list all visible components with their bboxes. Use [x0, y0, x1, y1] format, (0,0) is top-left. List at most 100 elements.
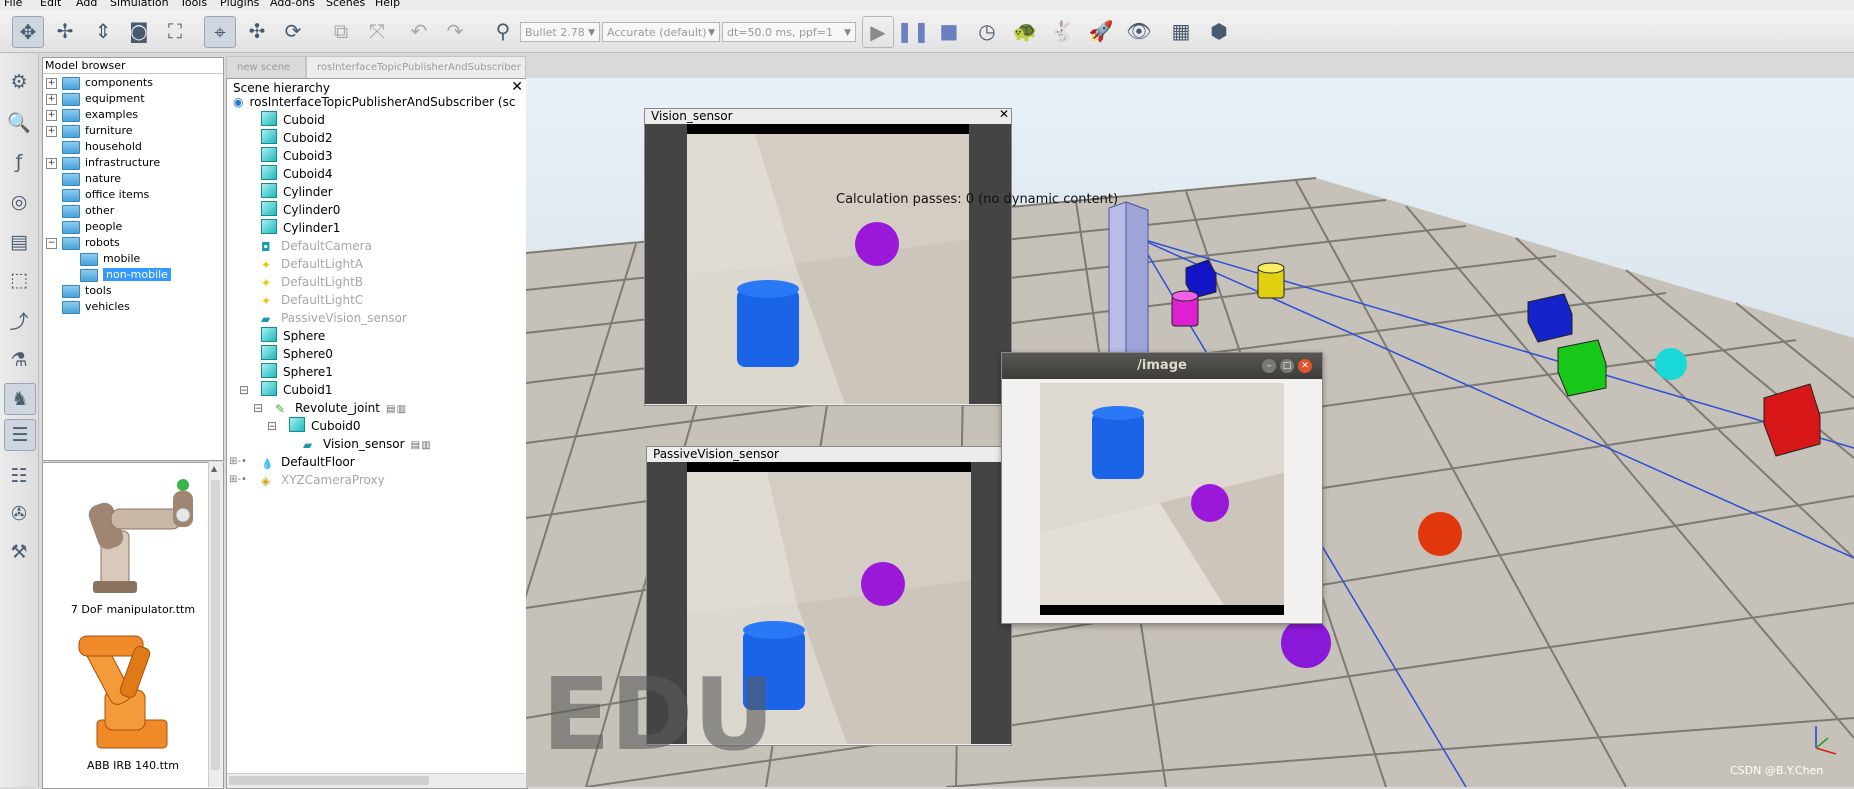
tree-item[interactable]: + examples	[46, 107, 138, 122]
collapse-icon[interactable]: ⊟	[253, 399, 263, 417]
hierarchy-item[interactable]: Cylinder	[261, 183, 333, 201]
calculation-modules-icon[interactable]: 🔍	[4, 107, 34, 137]
dynamics-icon[interactable]: ⚲	[488, 16, 518, 46]
object-shift-icon[interactable]: ✣	[242, 16, 272, 46]
hierarchy-item[interactable]: ✦ DefaultLightC	[261, 291, 363, 309]
stop-icon[interactable]: ■	[934, 16, 964, 46]
collections-icon[interactable]: ◎	[4, 187, 34, 217]
manipulator-thumbnail[interactable]	[63, 471, 213, 601]
tree-item[interactable]: nature	[46, 171, 121, 186]
play-icon[interactable]: ▶	[862, 16, 894, 48]
user-settings-icon[interactable]: ⚒	[4, 537, 34, 567]
video-recorder-icon[interactable]: ✇	[4, 499, 34, 529]
tree-item[interactable]: + equipment	[46, 91, 145, 106]
expand-icon[interactable]: ⊞-•	[229, 471, 247, 489]
transfer-dna-icon[interactable]: ⤧	[362, 16, 392, 46]
hierarchy-item[interactable]: ◈ XYZCameraProxy ⊞-•	[229, 471, 385, 489]
menu-help[interactable]: Help	[375, 0, 400, 9]
menu-plugins[interactable]: Plugins	[220, 0, 259, 9]
scene-root[interactable]: ◉ rosInterfaceTopicPublisherAndSubscriber…	[233, 93, 515, 111]
hierarchy-item[interactable]: ▰ PassiveVision_sensor	[261, 309, 407, 327]
menu-scenes[interactable]: Scenes	[326, 0, 365, 9]
scripts-icon[interactable]: ▤	[4, 227, 34, 257]
tree-item[interactable]: non-mobile	[64, 267, 171, 282]
maximize-icon[interactable]: □	[1280, 359, 1294, 373]
pause-icon[interactable]: ❚❚	[896, 16, 930, 46]
hierarchy-item[interactable]: Cuboid2	[261, 129, 333, 147]
tree-item[interactable]: − robots	[46, 235, 120, 250]
scene-objects-icon[interactable]: ⬢	[1204, 16, 1234, 46]
layers-toggle-icon[interactable]: ☷	[4, 461, 34, 491]
expand-icon[interactable]: +	[46, 93, 57, 105]
hierarchy-item[interactable]: ✦ DefaultLightB	[261, 273, 363, 291]
hierarchy-item[interactable]: ▰ Vision_sensor ▤ ▥	[303, 435, 431, 455]
hierarchy-item[interactable]: Cuboid4	[261, 165, 333, 183]
layers-icon[interactable]: ▦	[1166, 16, 1196, 46]
tree-item[interactable]: other	[46, 203, 114, 218]
camera-pan-icon[interactable]: ✥	[12, 16, 44, 48]
hierarchy-item[interactable]: Sphere0	[261, 345, 333, 363]
tree-item[interactable]: + furniture	[46, 123, 133, 138]
thumbnails-scrollbar[interactable]: ▲	[208, 462, 223, 787]
speed-up-icon[interactable]: 🐇	[1048, 16, 1078, 46]
hierarchy-item[interactable]: Cuboid3	[261, 147, 333, 165]
hierarchy-item[interactable]: Cuboid	[261, 111, 325, 129]
scene-hierarchy-scrollbar[interactable]	[227, 773, 527, 788]
camera-shift-icon[interactable]: ⇕	[88, 16, 118, 46]
camera-angle-icon[interactable]: ◙	[124, 16, 154, 46]
expand-icon[interactable]: +	[46, 77, 57, 89]
assemble-icon[interactable]: ⧉	[326, 16, 356, 46]
accuracy-select[interactable]: Accurate (default) ▼	[602, 22, 720, 42]
tree-item[interactable]: vehicles	[46, 299, 130, 314]
menu-edit[interactable]: Edit	[40, 0, 61, 9]
click-select-icon[interactable]: ⌖	[204, 16, 236, 48]
tree-item[interactable]: household	[46, 139, 142, 154]
tree-item[interactable]: mobile	[64, 251, 140, 266]
expand-icon[interactable]: −	[46, 237, 57, 249]
thread-rendering-icon[interactable]: 🚀	[1086, 16, 1116, 46]
object-rotate-icon[interactable]: ⟳	[278, 16, 308, 46]
redo-icon[interactable]: ↷	[440, 16, 470, 46]
tree-item[interactable]: + infrastructure	[46, 155, 160, 170]
collapse-icon[interactable]: ⊟	[267, 417, 277, 435]
hierarchy-item[interactable]: Cuboid0 ⊟	[267, 417, 361, 435]
tab-ros-scene[interactable]: rosInterfaceTopicPublisherAndSubscriber	[306, 56, 526, 78]
menu-add[interactable]: Add	[76, 0, 97, 9]
script-icon[interactable]: ▤ ▥	[411, 437, 431, 455]
vision-sensor-window[interactable]: Vision_sensor ✕	[644, 107, 1012, 406]
realtime-icon[interactable]: ◷	[972, 16, 1002, 46]
expand-icon[interactable]: ⊞-•	[229, 453, 247, 471]
physics-engine-select[interactable]: Bullet 2.78 ▼	[520, 22, 600, 42]
expand-icon[interactable]: +	[46, 109, 57, 121]
hierarchy-item[interactable]: ✦ DefaultLightA	[261, 255, 363, 273]
expand-icon[interactable]: +	[46, 157, 57, 169]
scene-object-properties-icon[interactable]: ⚙	[4, 67, 34, 97]
undo-icon[interactable]: ↶	[404, 16, 434, 46]
menu-addons[interactable]: Add-ons	[270, 0, 315, 9]
expand-icon[interactable]: +	[46, 125, 57, 137]
minimize-icon[interactable]: –	[1262, 359, 1276, 373]
model-browser-toggle-icon[interactable]: ♞	[4, 383, 36, 415]
close-icon[interactable]: ✕	[1298, 359, 1312, 373]
tree-item[interactable]: office items	[46, 187, 149, 202]
slow-down-icon[interactable]: 🐢	[1010, 16, 1040, 46]
collapse-icon[interactable]: ⊟	[239, 381, 249, 399]
image-viewer-window[interactable]: /image – □ ✕	[1001, 352, 1323, 624]
hierarchy-item[interactable]: Cuboid1 ⊟	[239, 381, 333, 399]
tree-item[interactable]: tools	[46, 283, 112, 298]
hierarchy-item[interactable]: ✎ Revolute_joint ▤ ▥ ⊟	[253, 399, 406, 419]
fit-to-view-icon[interactable]: ⛶	[160, 16, 190, 46]
visualization-toggle-icon[interactable]: 👁	[1124, 16, 1154, 46]
timestep-select[interactable]: dt=50.0 ms, ppf=1 ▼	[722, 22, 856, 42]
selection-icon[interactable]: ⚗	[4, 345, 34, 375]
abb-robot-thumbnail[interactable]	[57, 628, 207, 758]
hierarchy-item[interactable]: Cylinder1	[261, 219, 340, 237]
hierarchy-item[interactable]: Sphere1	[261, 363, 333, 381]
script-icon[interactable]: ▤ ▥	[386, 401, 406, 419]
hierarchy-item[interactable]: Cylinder0	[261, 201, 340, 219]
tab-new-scene[interactable]: new scene	[226, 56, 306, 78]
shape-edit-icon[interactable]: ⬚	[4, 265, 34, 295]
tree-item[interactable]: people	[46, 219, 122, 234]
script-functions-icon[interactable]: ƒ	[4, 147, 34, 177]
hierarchy-item[interactable]: ◘ DefaultCamera	[261, 237, 372, 255]
